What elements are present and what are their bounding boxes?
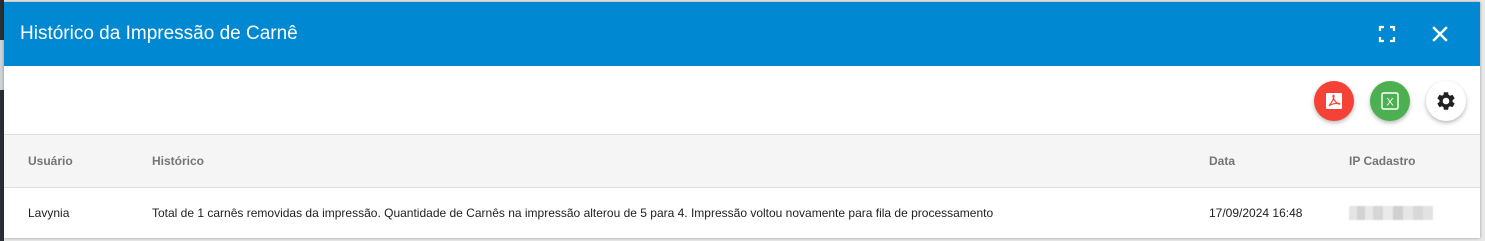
table-header: Usuário Histórico Data IP Cadastro [4, 134, 1480, 188]
dialog-toolbar: X [4, 66, 1480, 134]
export-pdf-button[interactable] [1314, 81, 1354, 121]
table-row[interactable]: Lavynia Total de 1 carnês removidas da i… [4, 188, 1480, 238]
fullscreen-button[interactable] [1373, 20, 1401, 48]
settings-button[interactable] [1426, 81, 1466, 121]
history-dialog: Histórico da Impressão de Carnê X Usuári… [4, 2, 1480, 238]
dialog-header: Histórico da Impressão de Carnê [4, 2, 1480, 66]
close-button[interactable] [1426, 20, 1454, 48]
close-icon [1432, 26, 1448, 42]
column-header-historico[interactable]: Histórico [152, 135, 204, 187]
pdf-icon [1326, 93, 1342, 109]
gear-icon [1437, 92, 1455, 110]
cell-data: 17/09/2024 16:48 [1209, 206, 1303, 220]
cell-ip-cadastro-redacted [1349, 206, 1433, 220]
export-excel-button[interactable]: X [1370, 81, 1410, 121]
column-header-ip-cadastro[interactable]: IP Cadastro [1349, 135, 1415, 187]
cell-usuario: Lavynia [28, 206, 70, 220]
excel-icon: X [1381, 92, 1399, 110]
column-header-data[interactable]: Data [1209, 135, 1235, 187]
cell-historico: Total de 1 carnês removidas da impressão… [152, 206, 994, 220]
history-table: Usuário Histórico Data IP Cadastro Lavyn… [4, 134, 1480, 238]
excel-icon-glyph: X [1386, 97, 1394, 109]
column-header-usuario[interactable]: Usuário [28, 135, 73, 187]
fullscreen-icon [1378, 25, 1396, 43]
dialog-title: Histórico da Impressão de Carnê [20, 23, 298, 44]
